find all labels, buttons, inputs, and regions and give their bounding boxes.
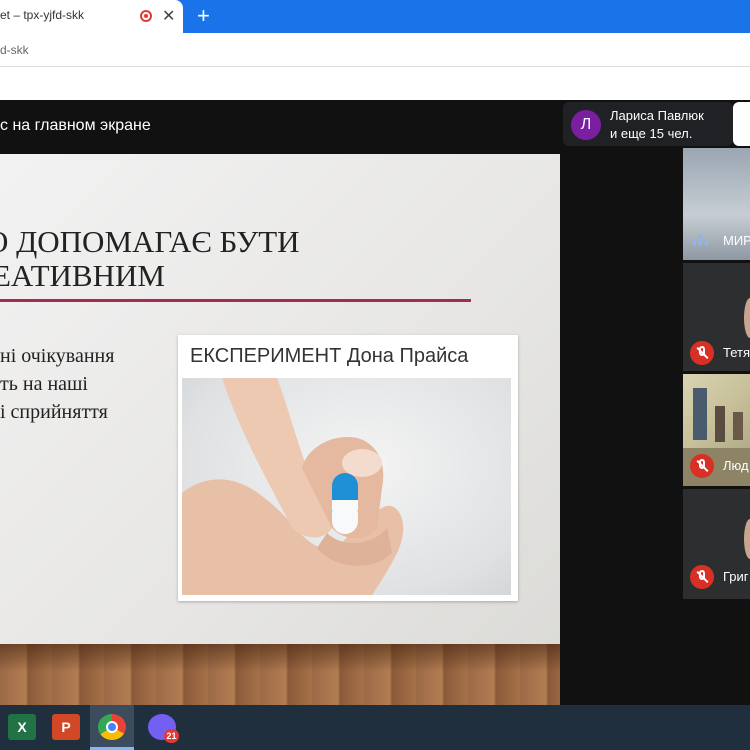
participant-count-text: и еще 15 чел. (610, 126, 693, 141)
speaking-indicator-icon (693, 232, 711, 246)
experiment-card-title: ЕКСПЕРИМЕНТ Дона Прайса (190, 345, 469, 367)
participant-name: Лариса Павлюк (610, 108, 704, 123)
slide-title-line-2: ЕАТИВНИМ (0, 258, 165, 293)
slide-body-line: ні очікування (0, 345, 115, 367)
slide-title-line-1: О ДОПОМАГАЄ БУТИ (0, 224, 300, 259)
browser-tab-meet[interactable]: et – tpx-yjfd-skk ✕ (0, 0, 183, 33)
mic-off-icon (690, 454, 714, 478)
browser-tab-strip: et – tpx-yjfd-skk ✕ + (0, 0, 750, 33)
wooden-floor-background (0, 644, 560, 705)
participant-face (744, 298, 750, 338)
mic-off-icon (690, 565, 714, 589)
taskbar: X P 21 (0, 705, 750, 750)
notification-badge: 21 (164, 729, 179, 743)
participant-tile-name: Тетя (723, 345, 750, 360)
slide-body-line: і сприйняття (0, 401, 108, 423)
participant-face (744, 519, 750, 559)
participant-tile-name: Люд (723, 458, 749, 473)
address-bar[interactable]: d-skk (0, 33, 750, 67)
hand-holding-pill-illustration (182, 378, 404, 595)
presented-slide: О ДОПОМАГАЄ БУТИ ЕАТИВНИМ ні очікування … (0, 154, 560, 644)
participant-tile[interactable]: Люд (683, 374, 750, 486)
taskbar-powerpoint[interactable]: P (44, 705, 88, 750)
url-text[interactable]: d-skk (0, 43, 29, 57)
new-tab-button[interactable]: + (197, 3, 210, 29)
taskbar-viber[interactable]: 21 (140, 705, 184, 750)
close-tab-icon[interactable]: ✕ (162, 6, 175, 26)
participant-tile-name: МИР (723, 233, 750, 248)
slide-body-line: ть на наші (0, 373, 88, 395)
experiment-card: ЕКСПЕРИМЕНТ Дона Прайса (178, 335, 518, 601)
mic-off-icon (690, 341, 714, 365)
recording-icon (140, 10, 152, 22)
chrome-icon (98, 714, 126, 740)
powerpoint-icon: P (52, 714, 80, 740)
participant-tile[interactable]: Тетя (683, 263, 750, 371)
participant-tile[interactable]: Григ (683, 489, 750, 599)
excel-icon: X (8, 714, 36, 740)
participant-tile[interactable]: МИР (683, 148, 750, 260)
meet-stage: с на главном экране Л Лариса Павлюк и ещ… (0, 100, 750, 705)
side-panel-edge[interactable] (733, 102, 750, 146)
taskbar-chrome[interactable] (90, 705, 134, 750)
participants-badge[interactable]: Л Лариса Павлюк и еще 15 чел. (563, 102, 733, 146)
page-top-strip (0, 67, 750, 100)
title-divider (0, 299, 471, 302)
taskbar-excel[interactable]: X (0, 705, 44, 750)
participant-tile-name: Григ (723, 569, 749, 584)
avatar: Л (571, 110, 601, 140)
tab-title: et – tpx-yjfd-skk (0, 8, 85, 22)
presenting-banner-text: с на главном экране (0, 117, 151, 134)
pill-photo (182, 378, 511, 595)
